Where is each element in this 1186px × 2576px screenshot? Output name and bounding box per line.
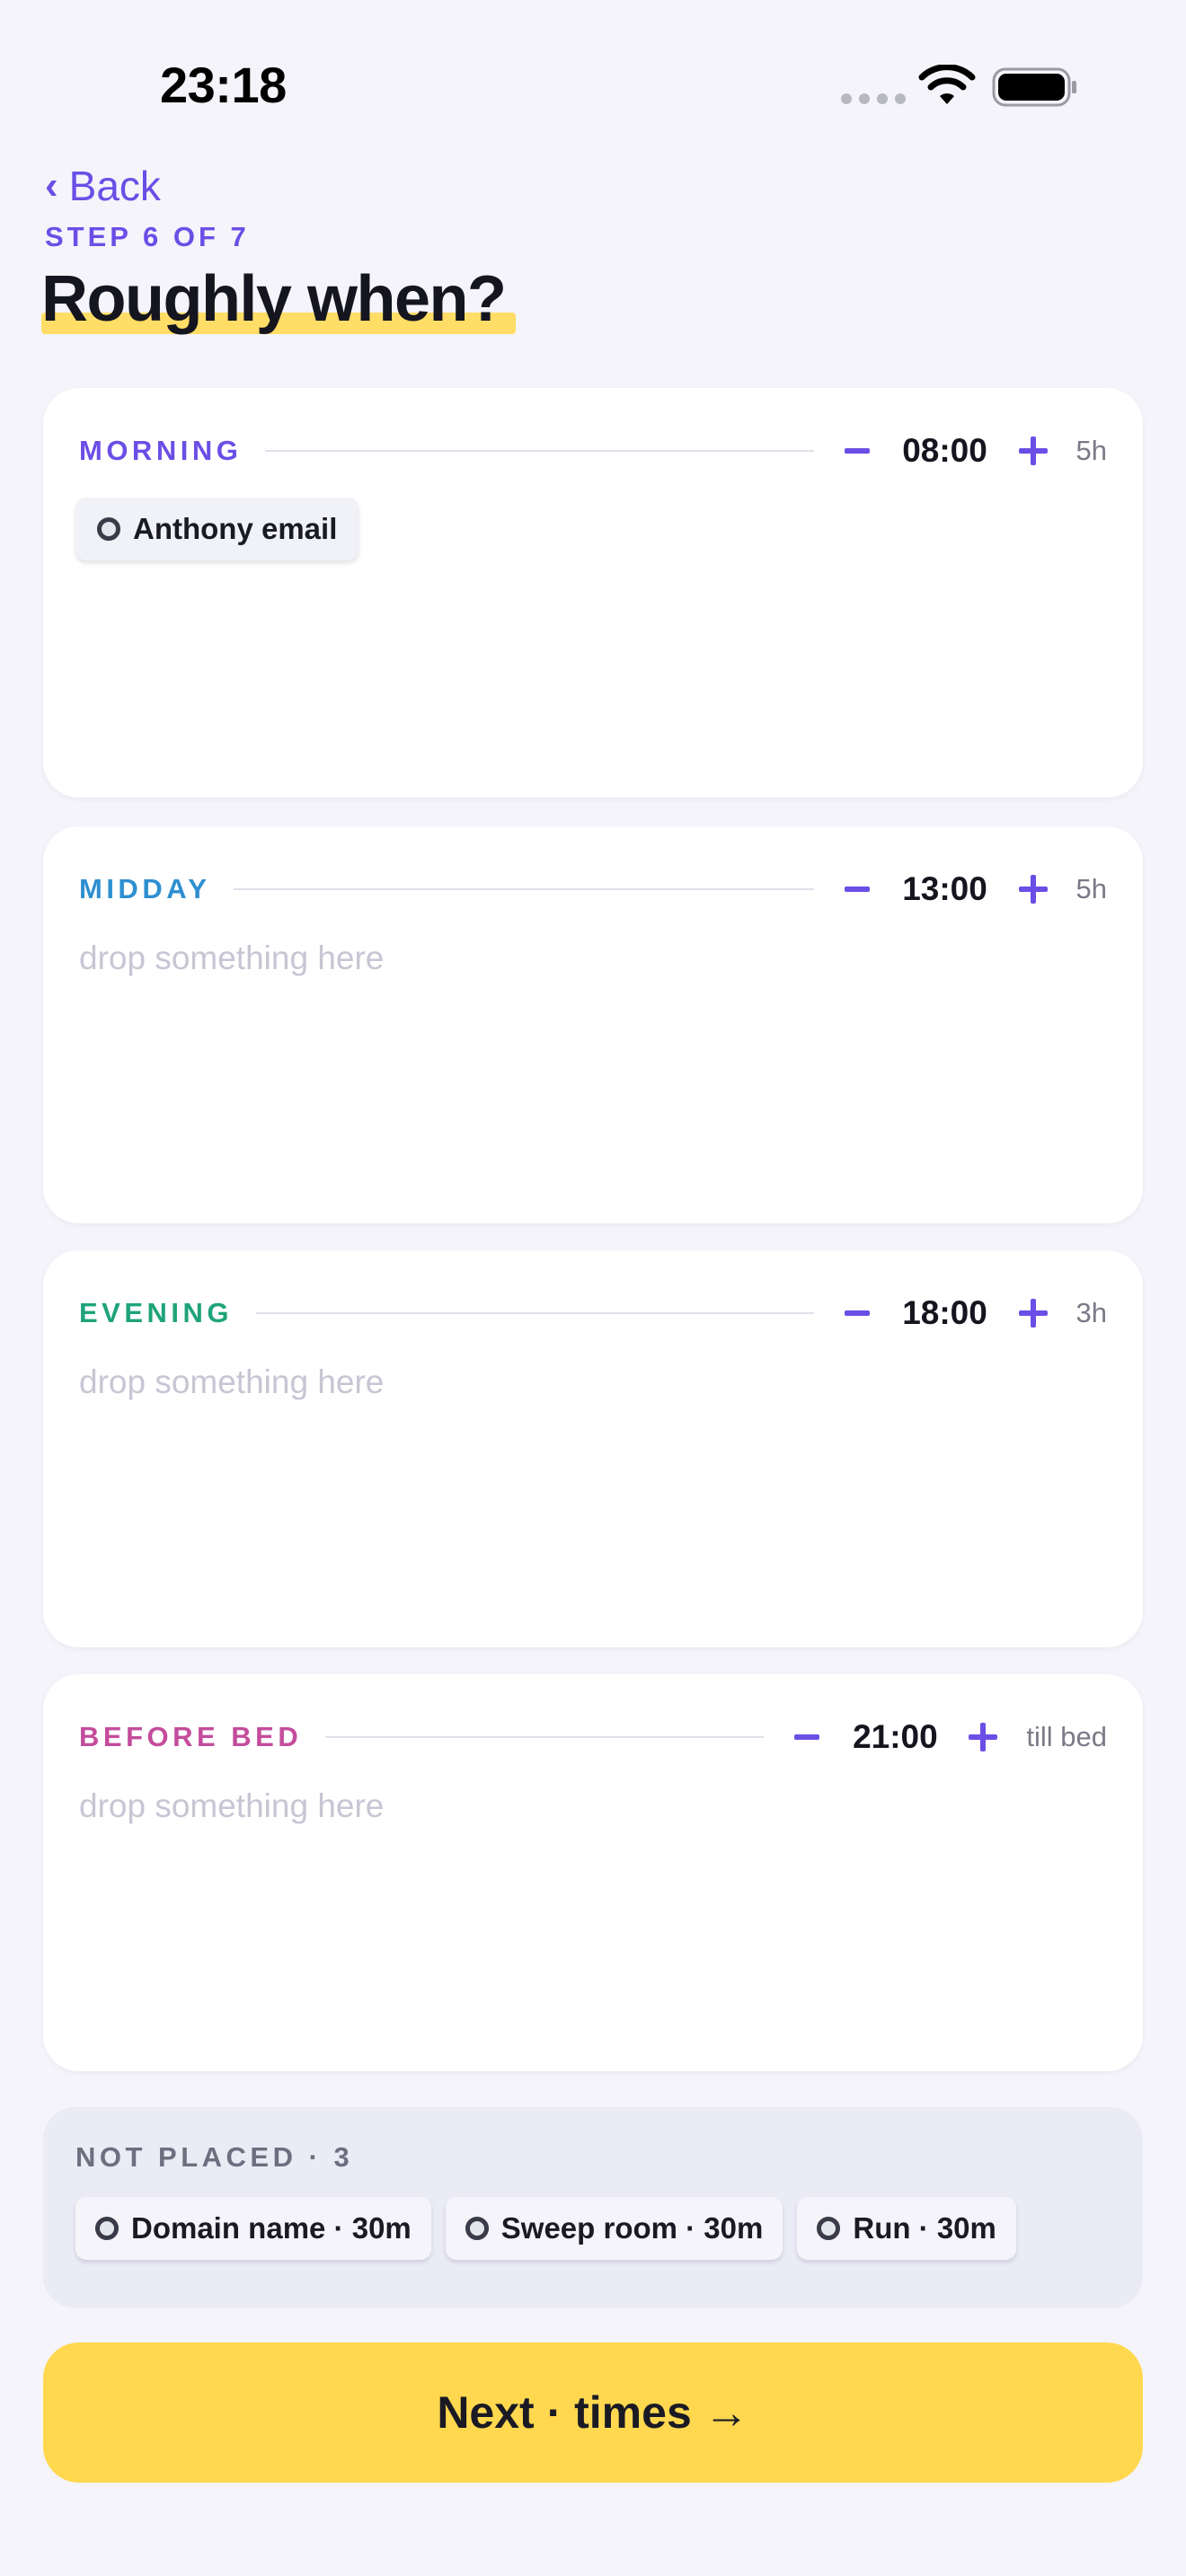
increase-time-button[interactable] <box>1013 431 1053 471</box>
task-chip[interactable]: Sweep room · 30m <box>445 2197 783 2260</box>
plus-icon <box>1018 875 1048 904</box>
period-card-evening[interactable]: EVENING 18:00 3h drop something here <box>43 1250 1143 1647</box>
period-time: 08:00 <box>902 432 987 469</box>
status-time: 23:18 <box>160 57 287 113</box>
period-card-morning[interactable]: MORNING 08:00 5h Anthony email <box>43 388 1143 798</box>
circle-icon <box>95 2217 119 2240</box>
not-placed-title: NOT PLACED · 3 <box>75 2141 354 2173</box>
period-label: MIDDAY <box>79 873 211 904</box>
task-chip[interactable]: Run · 30m <box>797 2197 1016 2260</box>
period-header: EVENING 18:00 3h <box>79 1293 1107 1333</box>
not-placed-tray[interactable]: NOT PLACED · 3 Domain name · 30m Sweep r… <box>43 2107 1143 2308</box>
minus-icon <box>844 1310 870 1316</box>
period-time: 18:00 <box>902 1294 987 1331</box>
unplaced-task-list: Domain name · 30m Sweep room · 30m Run ·… <box>75 2197 1016 2260</box>
next-button[interactable]: Next · times → <box>43 2342 1143 2483</box>
period-header: BEFORE BED 21:00 till bed <box>79 1717 1107 1757</box>
time-controls: 08:00 <box>837 431 1053 471</box>
time-controls: 13:00 <box>837 869 1053 909</box>
drop-zone[interactable]: drop something here <box>75 1363 1111 1401</box>
status-bar: 23:18 <box>0 0 1186 171</box>
period-duration: till bed <box>1026 1721 1107 1752</box>
plus-icon <box>1018 1299 1048 1328</box>
period-time: 21:00 <box>853 1718 938 1755</box>
drop-placeholder: drop something here <box>79 1787 385 1824</box>
drop-zone[interactable]: drop something here <box>75 940 1111 977</box>
minus-icon <box>844 448 870 454</box>
increase-time-button[interactable] <box>963 1717 1003 1757</box>
drop-zone[interactable]: drop something here <box>75 1787 1111 1825</box>
drop-placeholder: drop something here <box>79 1363 385 1400</box>
task-chip[interactable]: Anthony email <box>75 498 359 560</box>
period-label: EVENING <box>79 1297 234 1328</box>
task-chip[interactable]: Domain name · 30m <box>75 2197 431 2260</box>
decrease-time-button[interactable] <box>837 869 877 909</box>
time-controls: 21:00 <box>787 1717 1003 1757</box>
next-button-label: Next · times → <box>437 2387 749 2438</box>
page-title-container: Roughly when? <box>41 262 516 336</box>
back-label: Back <box>68 163 161 209</box>
chevron-left-icon: ‹ <box>45 163 58 207</box>
circle-icon <box>97 517 120 541</box>
period-duration: 5h <box>1075 873 1107 904</box>
decrease-time-button[interactable] <box>837 431 877 471</box>
divider <box>234 888 814 890</box>
period-card-before-bed[interactable]: BEFORE BED 21:00 till bed drop something… <box>43 1674 1143 2071</box>
divider <box>325 1736 765 1738</box>
page-title: Roughly when? <box>41 263 507 335</box>
circle-icon <box>817 2217 841 2240</box>
period-duration: 3h <box>1075 1297 1107 1328</box>
signal-icon <box>841 93 906 104</box>
divider <box>265 450 814 452</box>
period-header: MORNING 08:00 5h <box>79 431 1107 471</box>
increase-time-button[interactable] <box>1013 1293 1053 1333</box>
decrease-time-button[interactable] <box>787 1717 827 1757</box>
minus-icon <box>844 887 870 892</box>
task-label: Domain name · 30m <box>131 2211 412 2245</box>
task-label: Sweep room · 30m <box>500 2211 764 2245</box>
drop-placeholder: drop something here <box>79 940 385 976</box>
minus-icon <box>794 1734 820 1740</box>
plus-icon <box>1018 437 1048 465</box>
drop-zone[interactable]: Anthony email <box>75 498 1111 560</box>
time-controls: 18:00 <box>837 1293 1053 1333</box>
period-label: BEFORE BED <box>79 1721 303 1752</box>
period-header: MIDDAY 13:00 5h <box>79 869 1107 909</box>
circle-icon <box>465 2217 489 2240</box>
task-label: Anthony email <box>133 512 338 545</box>
period-card-midday[interactable]: MIDDAY 13:00 5h drop something here <box>43 826 1143 1223</box>
increase-time-button[interactable] <box>1013 869 1053 909</box>
period-label: MORNING <box>79 435 243 466</box>
decrease-time-button[interactable] <box>837 1293 877 1333</box>
step-indicator: STEP 6 OF 7 <box>45 221 250 252</box>
battery-icon <box>992 67 1076 107</box>
divider <box>256 1312 814 1314</box>
plus-icon <box>969 1723 998 1751</box>
back-button[interactable]: ‹ Back <box>45 162 161 210</box>
wifi-icon <box>918 65 976 104</box>
period-duration: 5h <box>1075 435 1107 466</box>
period-time: 13:00 <box>902 870 987 907</box>
task-label: Run · 30m <box>853 2211 996 2245</box>
